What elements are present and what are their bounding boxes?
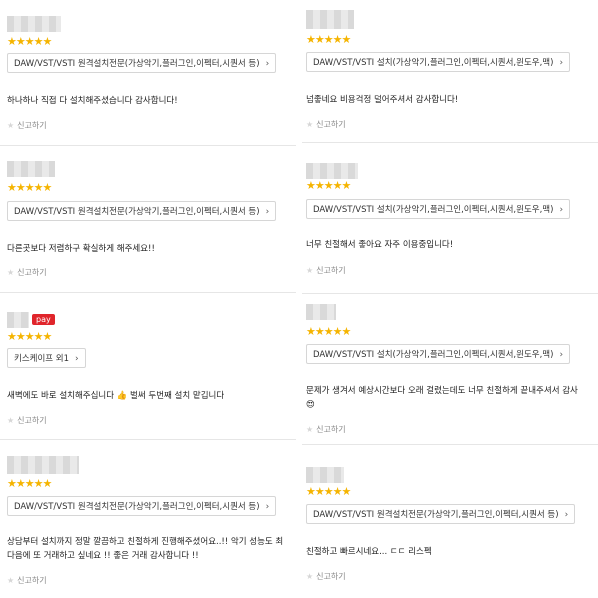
review-text: 새벽에도 바로 설치해주십니다 👍 벌써 두번째 설치 맡깁니다 (7, 391, 225, 401)
star-outline-icon: ★ (7, 268, 15, 277)
report-button[interactable]: ★ 신고하기 (306, 119, 346, 131)
option-label: 키스케이프 외1 (14, 354, 70, 364)
review-item: ★★★★★ DAW/VST/VSTI 설치(가상악기,플러그인,이펙터,시퀀서,… (302, 0, 598, 143)
review-text: 친절하고 빠르시네요... ㄷㄷ 리스펙 (306, 547, 432, 557)
chevron-right-icon: › (265, 502, 270, 512)
report-button[interactable]: ★ 신고하기 (306, 571, 346, 583)
option-chip[interactable]: DAW/VST/VSTI 설치(가상악기,플러그인,이펙터,시퀀서,윈도우,맥)… (306, 344, 571, 364)
rating-stars: ★★★★★ (7, 35, 52, 48)
rating-stars: ★★★★★ (7, 330, 52, 343)
option-label: DAW/VST/VSTI 원격설치전문(가상악기,플러그인,이펙터,시퀀서 등) (14, 59, 260, 69)
star-outline-icon: ★ (306, 572, 314, 581)
report-button[interactable]: ★ 신고하기 (7, 575, 47, 587)
review-text: 문제가 생겨서 예상시간보다 오래 걸렸는데도 너무 친절하게 끝내주셔서 감사 (306, 386, 578, 396)
option-chip[interactable]: DAW/VST/VSTI 원격설치전문(가상악기,플러그인,이펙터,시퀀서 등)… (7, 53, 277, 73)
chevron-right-icon: › (559, 350, 564, 360)
review-item: ★★★★★ DAW/VST/VSTI 원격설치전문(가상악기,플러그인,이펙터,… (0, 146, 296, 293)
reviewer-name-blurred (7, 16, 61, 32)
report-label: 신고하기 (17, 121, 47, 130)
rating-stars: ★★★★★ (306, 33, 351, 46)
option-chip[interactable]: DAW/VST/VSTI 원격설치전문(가상악기,플러그인,이펙터,시퀀서 등)… (7, 201, 277, 221)
reviewer-name-blurred (7, 456, 79, 474)
review-item: ★★★★★ DAW/VST/VSTI 원격설치전문(가상악기,플러그인,이펙터,… (302, 445, 598, 598)
chevron-right-icon: › (265, 59, 270, 69)
rating-stars: ★★★★★ (7, 477, 52, 490)
review-text: 상담부터 설치까지 정말 깔끔하고 친절하게 진행해주셨어요..!! 악기 성능… (7, 537, 284, 547)
reviewer-name-blurred (306, 10, 354, 29)
reviewer-name-blurred (7, 161, 55, 177)
review-column-left: ★★★★★ DAW/VST/VSTI 원격설치전문(가상악기,플러그인,이펙터,… (0, 0, 296, 598)
rating-stars: ★★★★★ (306, 325, 351, 338)
report-label: 신고하기 (17, 576, 47, 585)
chevron-right-icon: › (559, 58, 564, 68)
review-item: ★★★★★ DAW/VST/VSTI 설치(가상악기,플러그인,이펙터,시퀀서,… (302, 294, 598, 445)
option-label: DAW/VST/VSTI 설치(가상악기,플러그인,이펙터,시퀀서,윈도우,맥) (313, 58, 554, 68)
option-chip[interactable]: DAW/VST/VSTI 설치(가상악기,플러그인,이펙터,시퀀서,윈도우,맥)… (306, 52, 571, 72)
report-button[interactable]: ★ 신고하기 (306, 265, 346, 277)
review-text: 하나하나 직접 다 설치해주셨습니다 감사합니다! (7, 96, 178, 106)
review-text: 넘좋네요 비용걱정 덜어주셔서 감사합니다! (306, 95, 459, 105)
rating-stars: ★★★★★ (306, 485, 351, 498)
review-emoji: 😍 (306, 400, 315, 410)
review-text: 너무 친절해서 좋아요 자주 이용중입니다! (306, 240, 454, 250)
option-chip[interactable]: DAW/VST/VSTI 원격설치전문(가상악기,플러그인,이펙터,시퀀서 등)… (7, 496, 277, 516)
report-button[interactable]: ★ 신고하기 (7, 120, 47, 132)
report-button[interactable]: ★ 신고하기 (7, 415, 47, 427)
review-text: 다음에 또 거래하고 싶네요 !! 좋은 거래 감사합니다 !! (7, 551, 199, 561)
report-label: 신고하기 (316, 120, 346, 129)
option-chip[interactable]: DAW/VST/VSTI 설치(가상악기,플러그인,이펙터,시퀀서,윈도우,맥)… (306, 199, 571, 219)
review-item: ★★★★★ DAW/VST/VSTI 원격설치전문(가상악기,플러그인,이펙터,… (0, 440, 296, 598)
star-outline-icon: ★ (7, 121, 15, 130)
chevron-right-icon: › (559, 205, 564, 215)
rating-stars: ★★★★★ (306, 179, 351, 192)
star-outline-icon: ★ (306, 120, 314, 129)
star-outline-icon: ★ (306, 266, 314, 275)
pay-badge: pay (32, 314, 55, 325)
report-label: 신고하기 (316, 266, 346, 275)
report-label: 신고하기 (17, 416, 47, 425)
option-label: DAW/VST/VSTI 설치(가상악기,플러그인,이펙터,시퀀서,윈도우,맥) (313, 350, 554, 360)
review-text: 다른곳보다 저렴하구 확실하게 해주세요!! (7, 244, 155, 254)
option-label: DAW/VST/VSTI 원격설치전문(가상악기,플러그인,이펙터,시퀀서 등) (14, 207, 260, 217)
reviewer-name-blurred (306, 163, 358, 179)
option-chip[interactable]: 키스케이프 외1 › (7, 348, 86, 368)
option-label: DAW/VST/VSTI 설치(가상악기,플러그인,이펙터,시퀀서,윈도우,맥) (313, 205, 554, 215)
report-button[interactable]: ★ 신고하기 (7, 267, 47, 279)
rating-stars: ★★★★★ (7, 181, 52, 194)
chevron-right-icon: › (75, 354, 79, 364)
reviewer-name-blurred (306, 304, 336, 320)
star-outline-icon: ★ (7, 576, 15, 585)
chevron-right-icon: › (564, 510, 569, 520)
review-column-right: ★★★★★ DAW/VST/VSTI 설치(가상악기,플러그인,이펙터,시퀀서,… (302, 0, 598, 598)
star-outline-icon: ★ (7, 416, 15, 425)
chevron-right-icon: › (265, 207, 270, 217)
report-label: 신고하기 (17, 268, 47, 277)
report-label: 신고하기 (316, 572, 346, 581)
review-item: ★★★★★ DAW/VST/VSTI 원격설치전문(가상악기,플러그인,이펙터,… (0, 0, 296, 146)
option-label: DAW/VST/VSTI 원격설치전문(가상악기,플러그인,이펙터,시퀀서 등) (14, 502, 260, 512)
review-item: pay ★★★★★ 키스케이프 외1 › 새벽에도 바로 설치해주십니다 👍 벌써… (0, 293, 296, 440)
reviewer-name-blurred (7, 312, 29, 328)
review-item: ★★★★★ DAW/VST/VSTI 설치(가상악기,플러그인,이펙터,시퀀서,… (302, 143, 598, 294)
option-label: DAW/VST/VSTI 원격설치전문(가상악기,플러그인,이펙터,시퀀서 등) (313, 510, 559, 520)
reviewer-name-blurred (306, 467, 344, 483)
star-outline-icon: ★ (306, 425, 314, 434)
report-label: 신고하기 (316, 425, 346, 434)
option-chip[interactable]: DAW/VST/VSTI 원격설치전문(가상악기,플러그인,이펙터,시퀀서 등)… (306, 504, 576, 524)
report-button[interactable]: ★ 신고하기 (306, 424, 346, 436)
